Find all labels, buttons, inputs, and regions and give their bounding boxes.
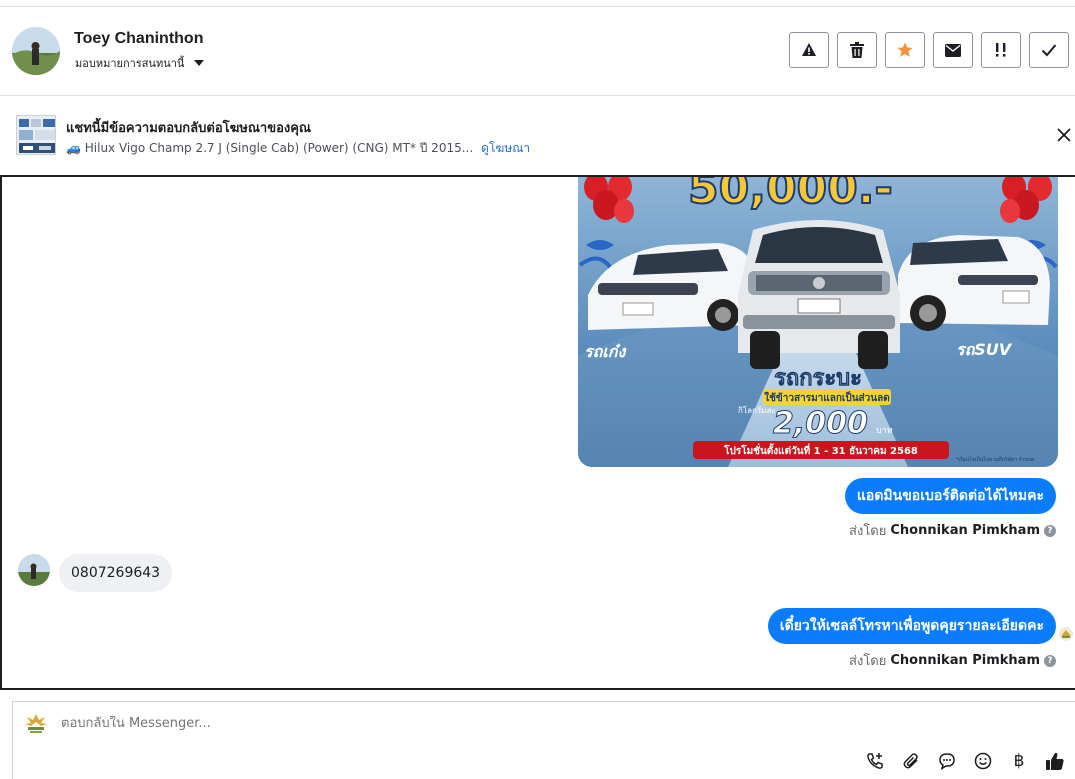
ad-thumbnail[interactable]	[16, 115, 56, 155]
ad-banner-subtitle: 🚙 Hilux Vigo Champ 2.7 J (Single Cab) (P…	[66, 139, 530, 158]
report-button[interactable]	[789, 32, 829, 68]
emoji-icon[interactable]	[972, 750, 994, 772]
sedan-label: รถเก๋ง	[584, 342, 626, 361]
sent-by-label: ส่งโดย	[849, 524, 887, 539]
kilo-label: กิโลกรัมละ	[738, 405, 776, 415]
close-icon[interactable]	[1055, 126, 1073, 144]
check-icon	[1041, 44, 1057, 57]
call-add-icon[interactable]	[864, 750, 886, 772]
outgoing-message[interactable]: แอดมินขอเบอร์ติดต่อได้ไหมคะ	[844, 478, 1056, 514]
warning-icon	[802, 43, 816, 56]
price-text: 2,000	[773, 406, 868, 441]
sender-name: Chonnikan Pimkham	[890, 653, 1040, 668]
follow-up-button[interactable]	[981, 32, 1021, 68]
price-unit: บาท	[876, 426, 893, 436]
ad-name: 🚙 Hilux Vigo Champ 2.7 J (Single Cab) (P…	[66, 141, 474, 155]
help-icon[interactable]: ?	[1044, 524, 1056, 537]
attachment-icon[interactable]	[900, 750, 922, 772]
suv-label: รถSUV	[956, 340, 1013, 359]
like-icon[interactable]	[1044, 750, 1066, 772]
contact-avatar[interactable]	[12, 27, 60, 75]
chevron-down-icon	[194, 60, 205, 66]
baht-symbol: ฿	[1013, 751, 1025, 771]
star-button[interactable]	[885, 32, 925, 68]
ad-banner-title: แชทนี้มีข้อความตอบกลับต่อโฆษณาของคุณ	[66, 121, 311, 136]
envelope-icon	[945, 43, 961, 57]
view-ad-link[interactable]: ดูโฆษณา	[481, 139, 530, 158]
outgoing-message[interactable]: เดี๋ยวให้เซลล์โทรหาเพื่อพูดคุยรายละเอียด…	[767, 608, 1056, 644]
pickup-label: รถกระบะ	[774, 366, 862, 391]
contact-avatar-small[interactable]	[18, 554, 50, 586]
ad-footnote: *เงื่อนไขเป็นไปตามที่บริษัทฯ กำหนด	[956, 455, 1034, 463]
sender-name: Chonnikan Pimkham	[890, 523, 1040, 538]
header-actions	[789, 32, 1069, 68]
mark-unread-button[interactable]	[933, 32, 973, 68]
sent-by-label: ส่งโดย	[849, 654, 887, 669]
conversation-header: Toey Chaninthon มอบหมายการสนทนานี้	[0, 7, 1075, 96]
help-icon[interactable]: ?	[1044, 654, 1056, 667]
contact-name[interactable]: Toey Chaninthon	[74, 30, 203, 48]
mark-done-button[interactable]	[1029, 32, 1069, 68]
saved-replies-icon[interactable]	[936, 750, 958, 772]
trade-label: ใช้ข้าวสารมาแลกเป็นส่วนลด	[764, 390, 889, 404]
seen-avatar-icon	[1059, 627, 1073, 641]
sent-by-info: ส่งโดย Chonnikan Pimkham ?	[849, 650, 1056, 671]
delete-button[interactable]	[837, 32, 877, 68]
page-logo-icon	[25, 714, 47, 733]
double-exclaim-icon	[996, 43, 1006, 57]
composer-tools: ฿	[864, 750, 1066, 772]
sent-by-info: ส่งโดย Chonnikan Pimkham ?	[849, 520, 1056, 541]
reply-composer: ฿	[12, 701, 1075, 779]
trash-icon	[850, 42, 864, 58]
baht-icon[interactable]: ฿	[1008, 750, 1030, 772]
ad-headline-text: 50,000.-	[688, 175, 893, 214]
assign-dropdown[interactable]: มอบหมายการสนทนานี้	[75, 54, 205, 72]
message-input[interactable]	[61, 716, 761, 731]
message-thread[interactable]: 50,000.- รถเก๋ง รถSUV รถกระบะ ใช้ข้าวสาร…	[0, 175, 1075, 690]
suv-car-image	[898, 235, 1050, 331]
ad-image-message[interactable]: 50,000.- รถเก๋ง รถSUV รถกระบะ ใช้ข้าวสาร…	[578, 175, 1058, 467]
assign-label: มอบหมายการสนทนานี้	[75, 57, 185, 70]
pickup-truck-image	[738, 220, 900, 369]
promo-period-text: โปรโมชั่นตั้งแต่วันที่ 1 - 31 ธันวาคม 25…	[723, 443, 918, 457]
incoming-message[interactable]: 0807269643	[59, 554, 173, 592]
star-icon	[897, 42, 913, 57]
ad-reply-banner: แชทนี้มีข้อความตอบกลับต่อโฆษณาของคุณ 🚙 H…	[0, 96, 1075, 175]
